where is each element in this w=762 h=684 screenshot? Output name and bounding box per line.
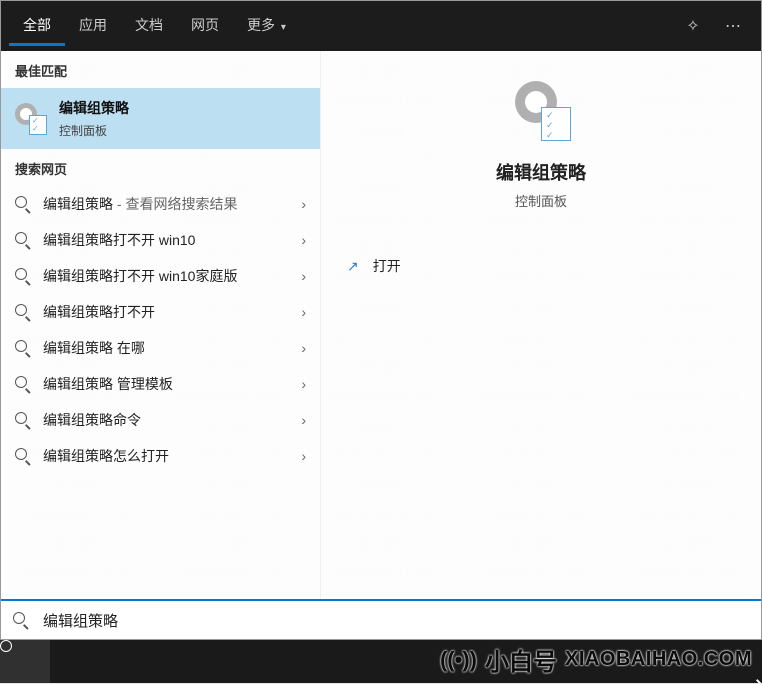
taskbar — [0, 640, 762, 683]
search-icon — [15, 196, 31, 212]
web-result-label: 编辑组策略 管理模板 — [43, 374, 173, 394]
web-result-label: 编辑组策略打不开 win10家庭版 — [43, 266, 237, 286]
tab-all[interactable]: 全部 — [9, 7, 65, 46]
preview-subtitle: 控制面板 — [515, 191, 567, 210]
search-results-panel: 全部 应用 文档 网页 更多 ▾ ✧ ⋯ 最佳匹配 编辑组策略 控制面板 搜索网… — [0, 0, 762, 640]
open-icon: ↗ — [347, 258, 359, 275]
best-match-subtitle: 控制面板 — [59, 122, 129, 139]
web-result-label: 编辑组策略怎么打开 — [43, 446, 169, 466]
taskbar-search-button[interactable] — [0, 640, 50, 683]
search-icon — [15, 268, 31, 284]
group-policy-icon — [15, 103, 47, 135]
tab-web[interactable]: 网页 — [177, 7, 233, 46]
chevron-right-icon: › — [301, 268, 306, 284]
chevron-right-icon: › — [301, 196, 306, 212]
search-icon — [15, 376, 31, 392]
chevron-right-icon: › — [301, 304, 306, 320]
web-result-label: 编辑组策略打不开 — [43, 302, 155, 322]
web-result-label: 编辑组策略 在哪 — [43, 338, 145, 358]
chevron-right-icon: › — [301, 232, 306, 248]
search-icon — [15, 340, 31, 356]
feedback-icon[interactable]: ✧ — [673, 16, 713, 36]
search-icon — [15, 448, 31, 464]
tab-more[interactable]: 更多 ▾ — [233, 7, 300, 46]
search-icon — [15, 304, 31, 320]
chevron-down-icon: ▾ — [281, 22, 286, 33]
chevron-right-icon: › — [301, 448, 306, 464]
more-options-icon[interactable]: ⋯ — [713, 16, 753, 36]
web-result-item[interactable]: 编辑组策略打不开 win10家庭版 › — [1, 258, 320, 294]
web-result-item[interactable]: 编辑组策略 - 查看网络搜索结果 › — [1, 186, 320, 222]
best-match-title: 编辑组策略 — [59, 98, 129, 118]
web-result-item[interactable]: 编辑组策略怎么打开 › — [1, 438, 320, 474]
section-search-web: 搜索网页 — [1, 149, 320, 186]
best-match-item[interactable]: 编辑组策略 控制面板 — [1, 88, 320, 149]
open-action[interactable]: ↗ 打开 — [321, 244, 761, 288]
web-result-item[interactable]: 编辑组策略打不开 win10 › — [1, 222, 320, 258]
chevron-right-icon: › — [301, 412, 306, 428]
search-bar — [1, 599, 761, 639]
web-result-item[interactable]: 编辑组策略 在哪 › — [1, 330, 320, 366]
search-icon — [15, 412, 31, 428]
tab-docs[interactable]: 文档 — [121, 7, 177, 46]
web-result-item[interactable]: 编辑组策略打不开 › — [1, 294, 320, 330]
chevron-right-icon: › — [301, 376, 306, 392]
group-policy-icon — [511, 81, 571, 141]
results-list: 最佳匹配 编辑组策略 控制面板 搜索网页 编辑组策略 - 查看网络搜索结果›编辑… — [1, 51, 321, 599]
web-result-label: 编辑组策略命令 — [43, 410, 141, 430]
preview-title: 编辑组策略 — [496, 159, 586, 185]
chevron-right-icon: › — [301, 340, 306, 356]
search-icon — [15, 232, 31, 248]
search-input[interactable] — [43, 612, 749, 629]
tab-more-label: 更多 — [247, 17, 275, 33]
section-best-match: 最佳匹配 — [1, 51, 320, 88]
web-result-label: 编辑组策略打不开 win10 — [43, 230, 195, 250]
scope-tabs: 全部 应用 文档 网页 更多 ▾ ✧ ⋯ — [1, 1, 761, 51]
open-label: 打开 — [373, 256, 401, 276]
preview-pane: 编辑组策略 控制面板 ↗ 打开 — [321, 51, 761, 599]
web-result-label: 编辑组策略 - 查看网络搜索结果 — [43, 194, 237, 214]
tab-apps[interactable]: 应用 — [65, 7, 121, 46]
search-icon — [13, 612, 29, 628]
web-result-item[interactable]: 编辑组策略 管理模板 › — [1, 366, 320, 402]
web-result-item[interactable]: 编辑组策略命令 › — [1, 402, 320, 438]
